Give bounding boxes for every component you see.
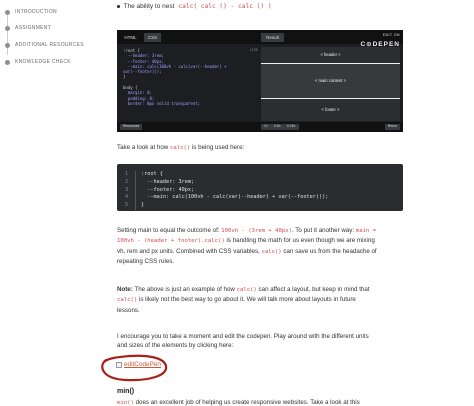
para-text: is being used here:: [191, 144, 245, 151]
line-text: --main: calc(100vh - calc(var(--header) …: [141, 194, 329, 201]
line-text: --header: 3rem;: [141, 178, 195, 185]
para-text: . To put it another way:: [291, 227, 355, 234]
line-number: 1: [125, 171, 129, 177]
codepen-result-preview: < header > < main content > < footer >: [261, 47, 400, 121]
paragraph-min-partial: min() does an excellent job of helping u…: [117, 398, 379, 406]
code-block-line: 2 --header: 3rem;: [125, 178, 403, 187]
zoom-1x-button[interactable]: 1×: [261, 124, 271, 130]
sidebar-item-label: KNOWLEDGE CHECK: [15, 59, 71, 65]
lesson-sidebar: INTRODUCTION ASSIGNMENT ADDITIONAL RESOU…: [0, 0, 100, 406]
inline-code: calc(): [117, 297, 138, 304]
inline-code: calc(): [236, 287, 257, 293]
line-text: }: [141, 202, 145, 209]
line-text: --footer: 40px;: [141, 186, 195, 193]
paragraph-intro-calc: Take a look at how calc() is being used …: [117, 143, 379, 153]
sidebar-item-label: INTRODUCTION: [15, 9, 57, 15]
line-number: 4: [125, 194, 129, 201]
sidebar-item-introduction[interactable]: INTRODUCTION: [5, 9, 57, 15]
result-header: < header >: [261, 47, 400, 63]
zoom-05x-button[interactable]: 0.5×: [271, 124, 284, 130]
codepen-embed[interactable]: HTML CSS Result EDIT ON C⊙DEPEN LIVE :ro…: [117, 30, 403, 132]
lesson-content: The ability to nest calc( calc () - calc…: [117, 0, 403, 406]
tab-html[interactable]: HTML: [120, 33, 141, 42]
para-text: can affect a layout, but keep in mind th…: [258, 286, 370, 293]
codepen-toolbar: HTML CSS Result EDIT ON C⊙DEPEN: [117, 30, 403, 48]
tab-css[interactable]: CSS: [144, 33, 161, 42]
line-number: 3: [125, 186, 129, 193]
paragraph-encourage: I encourage you to take a moment and edi…: [117, 332, 379, 351]
paragraph-setting-main: Setting main to equal the outcome of: 10…: [117, 226, 379, 266]
section-heading-min: min(): [117, 388, 135, 395]
hand-drawn-circle-annotation: [101, 354, 168, 382]
sidebar-item-label: ASSIGNMENT: [15, 25, 52, 31]
bullet-list-item: The ability to nest calc( calc () - calc…: [117, 2, 272, 11]
sidebar-item-label: ADDITIONAL RESOURCES: [15, 42, 84, 48]
bullet-text: The ability to nest: [123, 3, 175, 10]
zoom-025x-button[interactable]: 0.25×: [284, 124, 299, 130]
rerun-button[interactable]: Rerun: [384, 124, 400, 130]
paragraph-note: Note: The above is just an example of ho…: [117, 285, 379, 315]
sidebar-connector-line: [7, 15, 8, 55]
para-text: I encourage you to take a moment and edi…: [117, 333, 369, 350]
sidebar-item-additional-resources[interactable]: ADDITIONAL RESOURCES: [5, 42, 84, 48]
inline-code: calc( calc () - calc () ): [178, 3, 272, 10]
line-number: 5: [125, 202, 129, 209]
codepen-bottom-bar: Resources 1× 0.5× 0.25× Rerun: [117, 122, 403, 132]
code-block-line: 3 --footer: 40px;: [125, 186, 403, 195]
code-block-line: 4 --main: calc(100vh - calc(var(--header…: [125, 194, 403, 203]
sidebar-item-knowledge-check[interactable]: KNOWLEDGE CHECK: [5, 59, 71, 65]
sidebar-item-assignment[interactable]: ASSIGNMENT: [5, 25, 51, 31]
inline-code: calc(): [169, 145, 191, 151]
result-footer: < footer >: [261, 99, 400, 121]
para-text: Setting main to equal the outcome of:: [117, 227, 220, 234]
para-text: The above is just an example of how: [134, 286, 235, 293]
inline-code: calc(): [261, 248, 282, 255]
result-main: < main content >: [261, 63, 400, 99]
sidebar-bullet-icon: [5, 9, 10, 15]
edit-on-label: EDIT ON: [382, 33, 400, 37]
inline-code: min(): [117, 400, 134, 406]
codepen-css-editor[interactable]: LIVE :root { --header: 3rem; --footer: 4…: [120, 47, 261, 121]
sidebar-bullet-icon: [5, 59, 10, 65]
code-block-line: 1 :root {: [125, 171, 403, 179]
sidebar-bullet-icon: [5, 42, 10, 48]
tab-result[interactable]: Result: [261, 33, 284, 42]
code-line: border: 0px solid transparent;: [123, 100, 201, 106]
bullet-icon: [117, 5, 120, 8]
para-text: does an excellent job of helping us crea…: [135, 399, 360, 406]
inline-code: 100vh - (3rem + 40px): [221, 228, 292, 234]
code-block-line: 5 }: [125, 202, 403, 210]
note-label: Note:: [117, 286, 133, 293]
editor-lang-label: LIVE: [249, 48, 258, 52]
code-block: 1 :root { 2 --header: 3rem; 3 --footer: …: [117, 164, 403, 211]
line-number: 2: [125, 178, 129, 185]
line-text: :root {: [141, 171, 163, 177]
sidebar-bullet-icon: [5, 25, 10, 31]
para-text: is likely not the best way to go about i…: [117, 296, 356, 314]
para-text: Take a look at how: [117, 144, 169, 151]
resources-button[interactable]: Resources: [120, 124, 143, 130]
